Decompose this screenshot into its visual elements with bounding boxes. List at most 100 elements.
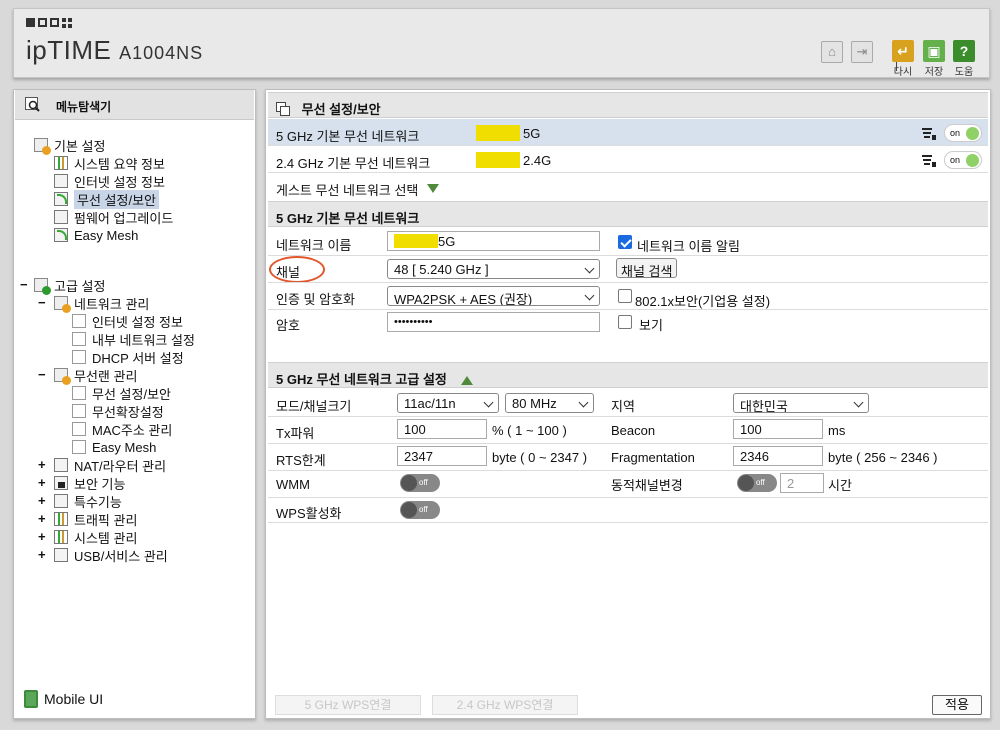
- network-row-5g[interactable]: 5 GHz 기본 무선 네트워크 5G on: [268, 119, 988, 146]
- mobile-ui-link[interactable]: Mobile UI: [24, 690, 103, 708]
- guest-network-selector[interactable]: 게스트 무선 네트워크 선택: [268, 173, 988, 200]
- home-icon[interactable]: ⌂: [821, 41, 843, 63]
- show-password-checkbox[interactable]: [618, 315, 632, 329]
- basic-section-header: 5 GHz 기본 무선 네트워크: [268, 201, 988, 227]
- collapse-toggle[interactable]: −: [20, 277, 28, 292]
- tree-label: MAC주소 관리: [92, 422, 173, 438]
- tree-label: Easy Mesh: [74, 227, 139, 243]
- auth-value: WPA2PSK + AES (권장): [394, 292, 533, 306]
- toggle-state: on: [950, 128, 961, 138]
- network-name-input[interactable]: 5G: [387, 231, 600, 251]
- rts-input[interactable]: 2347: [397, 446, 487, 466]
- expand-toggle[interactable]: +: [38, 475, 46, 490]
- network-row-24g[interactable]: 2.4 GHz 기본 무선 네트워크 2.4G on: [268, 146, 988, 173]
- search-icon: [25, 97, 40, 112]
- expand-toggle[interactable]: +: [38, 457, 46, 472]
- filter-lock-icon[interactable]: [922, 128, 936, 140]
- collapse-triangle-icon[interactable]: [460, 376, 473, 385]
- wps-24g-button[interactable]: 2.4 GHz WPS연결: [432, 695, 578, 715]
- region-select[interactable]: 대한민국: [733, 393, 869, 413]
- tree-item-wireless-security-adv[interactable]: 무선 설정/보안: [72, 384, 171, 402]
- wps-toggle[interactable]: off: [400, 501, 440, 519]
- reload-label: 다시: [893, 67, 913, 78]
- collapse-toggle[interactable]: −: [38, 367, 46, 382]
- toggle-state: off: [756, 478, 765, 487]
- tree-advanced-settings[interactable]: 고급 설정: [34, 276, 105, 295]
- tree-item-easy-mesh[interactable]: Easy Mesh: [54, 226, 138, 244]
- dynamic-channel-hours-input[interactable]: 2: [780, 473, 824, 493]
- network-name: 2.4 GHz 기본 무선 네트워크: [276, 156, 431, 171]
- auth-select[interactable]: WPA2PSK + AES (권장): [387, 286, 600, 306]
- tree-item-wireless-security[interactable]: 무선 설정/보안: [54, 189, 159, 209]
- tree-label: 무선확장설정: [92, 404, 164, 420]
- chart-icon: [54, 156, 68, 170]
- channel-select[interactable]: 48 [ 5.240 GHz ]: [387, 259, 600, 279]
- network-toggle-24g[interactable]: on: [944, 151, 982, 169]
- channel-width-select[interactable]: 80 MHz: [505, 393, 594, 413]
- dropdown-triangle-icon[interactable]: [427, 184, 439, 193]
- fragmentation-input[interactable]: 2346: [733, 446, 823, 466]
- logout-icon[interactable]: ⇥: [851, 41, 873, 63]
- save-button[interactable]: ▣: [923, 40, 945, 62]
- tx-power-label: Tx파워: [276, 426, 315, 441]
- broadcast-checkbox[interactable]: [618, 235, 632, 249]
- tree-usb-service[interactable]: USB/서비스 관리: [54, 546, 168, 564]
- tree-traffic[interactable]: 트래픽 관리: [54, 510, 137, 528]
- filter-lock-icon[interactable]: [922, 155, 936, 167]
- reload-button[interactable]: ↵: [892, 40, 914, 62]
- mesh-icon: [54, 228, 68, 242]
- apply-button[interactable]: 적용: [932, 695, 982, 715]
- rts-unit: byte ( 0 ~ 2347 ): [492, 450, 588, 465]
- channel-search-label: 채널 검색: [621, 264, 673, 279]
- tree-system[interactable]: 시스템 관리: [54, 528, 137, 546]
- network-toggle-5g[interactable]: on: [944, 124, 982, 142]
- dynamic-channel-toggle[interactable]: off: [737, 474, 777, 492]
- network-name: 5 GHz 기본 무선 네트워크: [276, 129, 420, 144]
- wps-5g-label: 5 GHz WPS연결: [304, 698, 392, 712]
- tree-wireless-management[interactable]: 무선랜 관리: [54, 366, 137, 385]
- expand-toggle[interactable]: +: [38, 493, 46, 508]
- tree-label: DHCP 서버 설정: [92, 350, 184, 366]
- tx-power-input[interactable]: 100: [397, 419, 487, 439]
- tree-item-internet-info[interactable]: 인터넷 설정 정보: [54, 172, 165, 190]
- advanced-section-header[interactable]: 5 GHz 무선 네트워크 고급 설정: [268, 362, 988, 388]
- help-button[interactable]: ?: [953, 40, 975, 62]
- tree-item-easy-mesh-adv[interactable]: Easy Mesh: [72, 438, 156, 456]
- channel-search-button[interactable]: 채널 검색: [616, 258, 678, 279]
- page-title: 무선 설정/보안: [301, 102, 381, 117]
- tree-item-firmware-upgrade[interactable]: 펌웨어 업그레이드: [54, 208, 173, 226]
- expand-toggle[interactable]: +: [38, 511, 46, 526]
- beacon-input[interactable]: 100: [733, 419, 823, 439]
- expand-toggle[interactable]: +: [38, 547, 46, 562]
- channel-label-wrap: 채널: [269, 256, 325, 283]
- collapse-toggle[interactable]: −: [38, 295, 46, 310]
- tree-item-wireless-extend[interactable]: 무선확장설정: [72, 402, 164, 420]
- tree-item-mac-management[interactable]: MAC주소 관리: [72, 420, 172, 438]
- tree-label: USB/서비스 관리: [74, 548, 168, 564]
- channel-value: 48 [ 5.240 GHz ]: [394, 262, 489, 277]
- enterprise-checkbox[interactable]: [618, 289, 632, 303]
- tree-item-system-summary[interactable]: 시스템 요약 정보: [54, 154, 165, 172]
- page-icon: [72, 422, 86, 436]
- tree-item-dhcp[interactable]: DHCP 서버 설정: [72, 348, 184, 366]
- main-panel: 무선 설정/보안 5 GHz 기본 무선 네트워크 5G on 2.4 GHz …: [265, 89, 991, 719]
- tree-item-internet-settings[interactable]: 인터넷 설정 정보: [72, 312, 183, 330]
- region-value: 대한민국: [740, 399, 788, 413]
- expand-toggle[interactable]: +: [38, 529, 46, 544]
- usb-icon: [54, 548, 68, 562]
- tree-nat-router[interactable]: NAT/라우터 관리: [54, 456, 166, 474]
- special-icon: [54, 494, 68, 508]
- tree-network-management[interactable]: 네트워크 관리: [54, 294, 149, 313]
- mode-select[interactable]: 11ac/11n: [397, 393, 499, 413]
- brand-name: ipTIME: [26, 35, 112, 65]
- password-input[interactable]: ••••••••••: [387, 312, 600, 332]
- beacon-value: 100: [740, 422, 762, 437]
- wmm-toggle[interactable]: off: [400, 474, 440, 492]
- tree-security[interactable]: 보안 기능: [54, 474, 125, 492]
- tree-label: 인터넷 설정 정보: [74, 174, 165, 190]
- tree-basic-settings[interactable]: 기본 설정: [34, 136, 105, 155]
- tree-special[interactable]: 특수기능: [54, 492, 122, 510]
- beacon-label: Beacon: [611, 423, 656, 438]
- tree-item-lan-settings[interactable]: 내부 네트워크 설정: [72, 330, 195, 348]
- wps-5g-button[interactable]: 5 GHz WPS연결: [275, 695, 421, 715]
